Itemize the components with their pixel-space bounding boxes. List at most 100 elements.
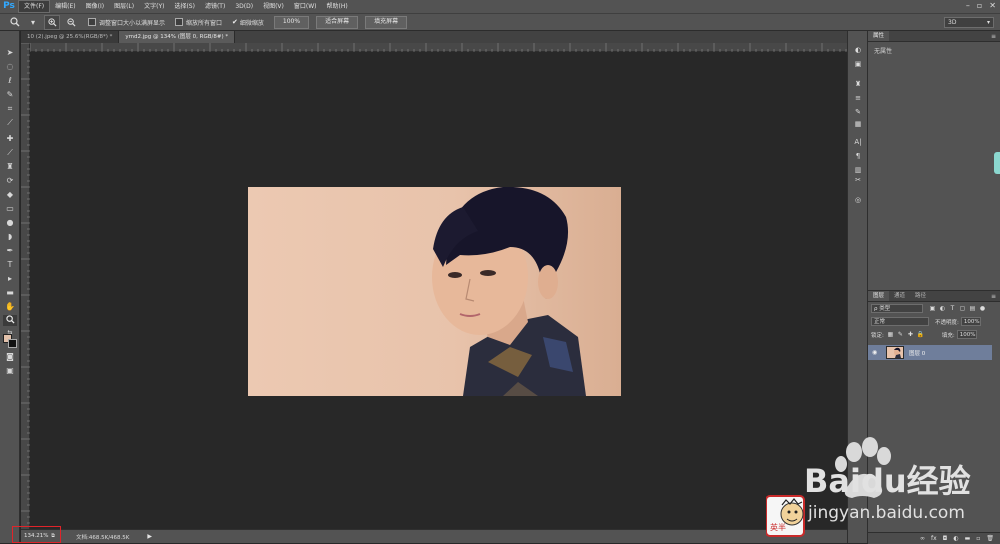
zoom-100-button[interactable]: 100% [273,15,310,29]
menu-file[interactable]: 文件(F) [18,0,51,13]
filter-smart-icon[interactable]: ▤ [969,305,976,312]
fill-field[interactable]: 100% [956,330,977,339]
tab-paths[interactable]: 路径 [910,291,931,301]
lasso-tool-icon[interactable]: ℓ [3,75,17,86]
opacity-field[interactable]: 100% [960,317,981,326]
blur-tool-icon[interactable]: ● [3,217,17,228]
move-tool-icon[interactable]: ➤ [3,47,17,58]
menu-image[interactable]: 图像(I) [81,1,109,12]
navigator-panel-icon[interactable]: ▣ [852,59,864,70]
menu-view[interactable]: 视图(V) [258,1,289,12]
fill-screen-button[interactable]: 填充屏幕 [365,15,408,29]
history-brush-tool-icon[interactable]: ⟳ [3,175,17,186]
eraser-tool-icon[interactable]: ◆ [3,189,17,200]
zoom-tool-preset-icon[interactable] [8,16,22,29]
baidu-watermark: Baidu经验 jingyan.baidu.com 英半 [765,434,996,538]
blend-opacity-row: 正常 不透明度: 100% [868,315,1000,328]
quick-select-tool-icon[interactable]: ✎ [3,89,17,100]
eyedropper-tool-icon[interactable]: ⟋ [3,117,17,128]
minimize-icon[interactable]: – [966,1,970,10]
watermark-url: jingyan.baidu.com [807,503,965,523]
hand-tool-icon[interactable]: ✋ [3,301,17,312]
workspace-select[interactable]: 3D ▾ [944,17,994,28]
preset-dropdown-icon[interactable]: ▾ [26,16,40,29]
mascot-badge-text: 英半 [770,522,786,532]
resize-windows-option[interactable]: 调整窗口大小以满屏显示 [88,18,165,27]
shape-tool-icon[interactable]: ▬ [3,287,17,298]
tool-preset-panel-icon[interactable]: ▦ [852,119,864,130]
panel-scroll-handle[interactable] [994,152,1000,174]
tools-panel-icon[interactable]: ✂ [852,175,864,186]
panel-menu-icon[interactable]: ≡ [991,33,996,40]
filter-type-icon[interactable]: T [949,305,956,312]
menu-help[interactable]: 帮助(H) [322,1,353,12]
type-tool-icon[interactable]: T [3,259,17,270]
screen-mode-icon[interactable]: ▣ [3,365,17,376]
3d-panel-icon[interactable]: ◎ [852,195,864,206]
filter-adjustment-icon[interactable]: ◐ [939,305,946,312]
lock-all-icon[interactable]: 🔒 [917,331,924,338]
zoom-in-icon[interactable] [44,14,60,30]
blend-mode-select[interactable]: 正常 [871,317,929,326]
menu-window[interactable]: 窗口(W) [289,1,322,12]
status-bar: 134.21% ⧉ 文档:468.5K/468.5K ▶ [21,529,847,543]
zoom-tool-icon[interactable] [3,315,17,326]
brush-preset-panel-icon[interactable]: ✎ [852,107,864,118]
opacity-label: 不透明度: [935,319,959,326]
zoom-out-icon[interactable] [64,16,78,29]
tab-doc-2[interactable]: ymd2.jpg @ 134% (图层 0, RGB/8#) * [119,31,236,43]
vertical-ruler [21,42,30,529]
status-menu-arrow[interactable]: ▶ [147,533,152,540]
dodge-tool-icon[interactable]: ◗ [3,231,17,242]
path-select-tool-icon[interactable]: ▸ [3,273,17,284]
mascot-badge: 英半 [765,495,805,537]
layer-filter-select[interactable]: ρ 类型 [871,304,923,313]
tab-properties[interactable]: 属性 [868,31,890,41]
properties-panel-icon[interactable]: ≡ [852,93,864,104]
properties-panel-header: 属性 ≡ [868,31,1000,42]
close-icon[interactable]: ✕ [989,1,996,10]
maximize-icon[interactable]: ▫ [977,1,982,10]
lock-pixels-icon[interactable]: ✎ [897,331,904,338]
menu-filter[interactable]: 滤镜(T) [200,1,230,12]
paragraph-panel-icon[interactable]: ¶ [852,151,864,162]
background-color-swatch[interactable] [8,339,17,348]
menu-layer[interactable]: 图层(L) [109,1,139,12]
quick-mask-icon[interactable]: ◙ [3,351,17,362]
resize-windows-checkbox[interactable] [88,18,96,26]
layer-thumbnail[interactable] [886,346,904,359]
panel-menu-icon[interactable]: ≡ [991,293,996,300]
scrubby-zoom-option[interactable]: ✔ 细微缩放 [232,18,264,27]
adjustments-panel-icon[interactable]: ♜ [852,79,864,90]
lock-transparent-icon[interactable]: ▦ [887,331,894,338]
crop-tool-icon[interactable]: ⌗ [3,103,17,114]
filter-toggle-icon[interactable]: ● [979,305,986,312]
tab-layers[interactable]: 图层 [868,291,890,301]
clone-stamp-tool-icon[interactable]: ♜ [3,161,17,172]
brush-tool-icon[interactable]: ⟋ [3,147,17,158]
menu-3d[interactable]: 3D(D) [230,1,258,12]
zoom-all-windows-option[interactable]: 缩放所有窗口 [175,18,222,27]
tab-doc-1[interactable]: 10 (2).jpeg @ 25.6%(RGB/8*) * [21,31,120,43]
lock-position-icon[interactable]: ✚ [907,331,914,338]
filter-pixel-icon[interactable]: ▣ [929,305,936,312]
document-image[interactable] [248,187,621,396]
eye-icon[interactable]: ◉ [872,349,882,356]
layer-item[interactable]: ◉ 图层 0 [868,345,992,360]
healing-brush-tool-icon[interactable]: ✚ [3,133,17,144]
color-panel-icon[interactable]: ◐ [852,45,864,56]
filter-shape-icon[interactable]: ▢ [959,305,966,312]
pen-tool-icon[interactable]: ✒ [3,245,17,256]
options-bar: ▾ 调整窗口大小以满屏显示 缩放所有窗口 ✔ 细微缩放 100% 适合屏幕 填充… [0,13,1000,31]
marquee-tool-icon[interactable]: ◌ [3,61,17,72]
menu-edit[interactable]: 编辑(E) [50,1,80,12]
tab-channels[interactable]: 通道 [889,291,910,301]
checkmark-icon[interactable]: ✔ [232,18,238,26]
fit-screen-button[interactable]: 适合屏幕 [316,15,359,29]
character-panel-icon[interactable]: A| [852,137,864,148]
properties-panel-body: 无属性 [868,42,1000,298]
menu-select[interactable]: 选择(S) [169,1,200,12]
zoom-all-windows-checkbox[interactable] [175,18,184,26]
gradient-tool-icon[interactable]: ▭ [3,203,17,214]
menu-type[interactable]: 文字(Y) [139,1,169,12]
